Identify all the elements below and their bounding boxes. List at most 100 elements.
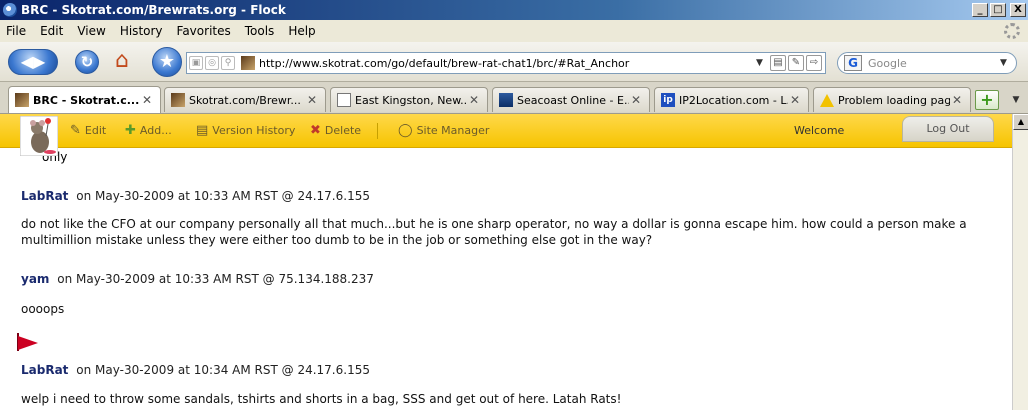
tab-close-icon[interactable]: ✕ — [629, 93, 643, 107]
logout-button[interactable]: Log Out — [902, 116, 994, 142]
tab-close-icon[interactable]: ✕ — [305, 93, 319, 107]
tab-bar: BRC - Skotrat.c... ✕ Skotrat.com/Brewr..… — [0, 82, 1028, 114]
address-actions: ▤ ✎ ⇨ — [770, 55, 825, 71]
post-username[interactable]: LabRat — [21, 363, 68, 377]
new-tab-button[interactable]: + — [975, 90, 999, 110]
menu-favorites[interactable]: Favorites — [177, 24, 231, 38]
favorite-star-button[interactable]: ★ — [152, 47, 182, 77]
home-icon: ⌂ — [115, 48, 129, 73]
rss-icon[interactable]: ◎ — [205, 56, 219, 70]
tab-brc[interactable]: BRC - Skotrat.c... ✕ — [8, 86, 161, 113]
google-engine-icon[interactable]: G — [844, 55, 862, 71]
minimize-button[interactable]: _ — [972, 3, 988, 17]
maximize-button[interactable]: □ — [990, 3, 1006, 17]
url-input[interactable]: http://www.skotrat.com/go/default/brew-r… — [259, 57, 756, 70]
tab-close-icon[interactable]: ✕ — [950, 93, 964, 107]
site-favicon-icon — [241, 56, 255, 70]
back-forward-button[interactable]: ◀▶ — [8, 49, 58, 75]
post-body: oooops — [21, 302, 65, 316]
welcome-text: Welcome — [794, 124, 845, 137]
toolbar-divider — [377, 123, 378, 139]
tab-close-icon[interactable]: ✕ — [467, 93, 481, 107]
site-toolbar: ✎ Edit ✚ Add... ▤ Version History ✖ Dele… — [0, 114, 1012, 156]
url-dropdown-icon[interactable]: ▼ — [756, 58, 770, 68]
post-meta: on May-30-2009 at 10:33 AM RST @ 75.134.… — [57, 272, 374, 286]
activity-throbber-icon — [1004, 23, 1020, 39]
site-manager-button[interactable]: ◯ Site Manager — [398, 123, 489, 138]
tab-close-icon[interactable]: ✕ — [788, 93, 802, 107]
tab-seacoast-online[interactable]: Seacoast Online - E... ✕ — [492, 87, 650, 112]
tab-label: IP2Location.com - L... — [679, 93, 788, 107]
menu-bar: File Edit View History Favorites Tools H… — [0, 20, 1028, 42]
post-header: LabRat on May-30-2009 at 10:34 AM RST @ … — [21, 363, 370, 377]
rat-favicon-icon — [15, 93, 29, 107]
post-body: welp i need to throw some sandals, tshir… — [21, 392, 622, 406]
search-box[interactable]: G Google ▼ — [837, 52, 1017, 74]
tab-label: BRC - Skotrat.c... — [33, 93, 140, 107]
document-icon — [337, 93, 351, 107]
post-username[interactable]: LabRat — [21, 189, 68, 203]
address-bar[interactable]: ▣ ◎ ⚲ http://www.skotrat.com/go/default/… — [186, 52, 826, 74]
menu-help[interactable]: Help — [288, 24, 315, 38]
menu-view[interactable]: View — [77, 24, 105, 38]
seacoast-icon — [499, 93, 513, 107]
site-manager-icon: ◯ — [398, 123, 413, 138]
warning-icon — [820, 93, 834, 107]
menu-file[interactable]: File — [6, 24, 26, 38]
chat-content: only LabRat on May-30-2009 at 10:33 AM R… — [0, 148, 1012, 410]
version-history-button[interactable]: ▤ Version History — [196, 123, 295, 138]
menu-tools[interactable]: Tools — [245, 24, 275, 38]
forward-arrow-icon[interactable]: ▶ — [33, 52, 45, 71]
page-info-icon[interactable]: ▤ — [770, 55, 786, 71]
reload-button[interactable]: ↻ — [75, 50, 99, 74]
rat-mascot-logo-icon — [20, 116, 58, 156]
title-bar: BRC - Skotrat.com/Brewrats.org - Flock _… — [0, 0, 1028, 20]
tab-list-dropdown-icon[interactable]: ▼ — [1008, 90, 1024, 110]
pencil-icon: ✎ — [70, 123, 81, 138]
feed-icon[interactable]: ▣ — [189, 56, 203, 70]
magnifier-icon[interactable]: ⚲ — [221, 56, 235, 70]
edit-tags-icon[interactable]: ✎ — [788, 55, 804, 71]
scroll-up-icon[interactable]: ▲ — [1013, 114, 1028, 130]
home-button[interactable]: ⌂ — [108, 49, 136, 75]
search-input[interactable]: Google — [868, 57, 1000, 70]
post-header: yam on May-30-2009 at 10:33 AM RST @ 75.… — [21, 272, 374, 286]
navigation-toolbar: ◀▶ ↻ ⌂ ★ ▣ ◎ ⚲ http://www.skotrat.com/go… — [0, 42, 1028, 82]
back-arrow-icon[interactable]: ◀ — [21, 52, 33, 71]
tab-skotrat[interactable]: Skotrat.com/Brewr... ✕ — [164, 87, 326, 112]
tab-ip2location[interactable]: ip IP2Location.com - L... ✕ — [654, 87, 809, 112]
menu-history[interactable]: History — [120, 24, 163, 38]
delete-button[interactable]: ✖ Delete — [310, 123, 361, 138]
close-button[interactable]: X — [1010, 3, 1026, 17]
post-body: do not like the CFO at our company perso… — [21, 217, 967, 247]
edit-button[interactable]: ✎ Edit — [70, 123, 106, 138]
post-meta: on May-30-2009 at 10:33 AM RST @ 24.17.6… — [76, 189, 370, 203]
go-arrow-icon[interactable]: ⇨ — [806, 55, 822, 71]
post-meta: on May-30-2009 at 10:34 AM RST @ 24.17.6… — [76, 363, 370, 377]
red-pennant-flag-icon — [18, 336, 38, 350]
tab-label: Seacoast Online - E... — [517, 93, 629, 107]
tab-east-kingston[interactable]: East Kingston, New... ✕ — [330, 87, 488, 112]
add-button[interactable]: ✚ Add... — [125, 123, 172, 138]
menu-edit[interactable]: Edit — [40, 24, 63, 38]
post-username[interactable]: yam — [21, 272, 49, 286]
plus-icon: ✚ — [125, 123, 136, 138]
history-icon: ▤ — [196, 123, 209, 138]
window-title: BRC - Skotrat.com/Brewrats.org - Flock — [21, 3, 286, 17]
ip-icon: ip — [661, 93, 675, 107]
star-icon: ★ — [158, 51, 176, 72]
address-bar-icons: ▣ ◎ ⚲ — [187, 56, 235, 70]
post-header: LabRat on May-30-2009 at 10:33 AM RST @ … — [21, 189, 370, 203]
delete-icon: ✖ — [310, 123, 321, 138]
tab-label: Skotrat.com/Brewr... — [189, 93, 301, 107]
flock-app-icon — [3, 3, 17, 17]
tab-label: Problem loading page — [838, 93, 950, 107]
vertical-scrollbar[interactable]: ▲ — [1012, 114, 1028, 410]
tab-label: East Kingston, New... — [355, 93, 467, 107]
reload-icon: ↻ — [80, 53, 94, 71]
tab-close-icon[interactable]: ✕ — [140, 93, 154, 107]
rat-favicon-icon — [171, 93, 185, 107]
search-dropdown-icon[interactable]: ▼ — [1000, 58, 1016, 68]
tab-problem-loading[interactable]: Problem loading page ✕ — [813, 87, 971, 112]
window-controls: _ □ X — [972, 3, 1026, 17]
